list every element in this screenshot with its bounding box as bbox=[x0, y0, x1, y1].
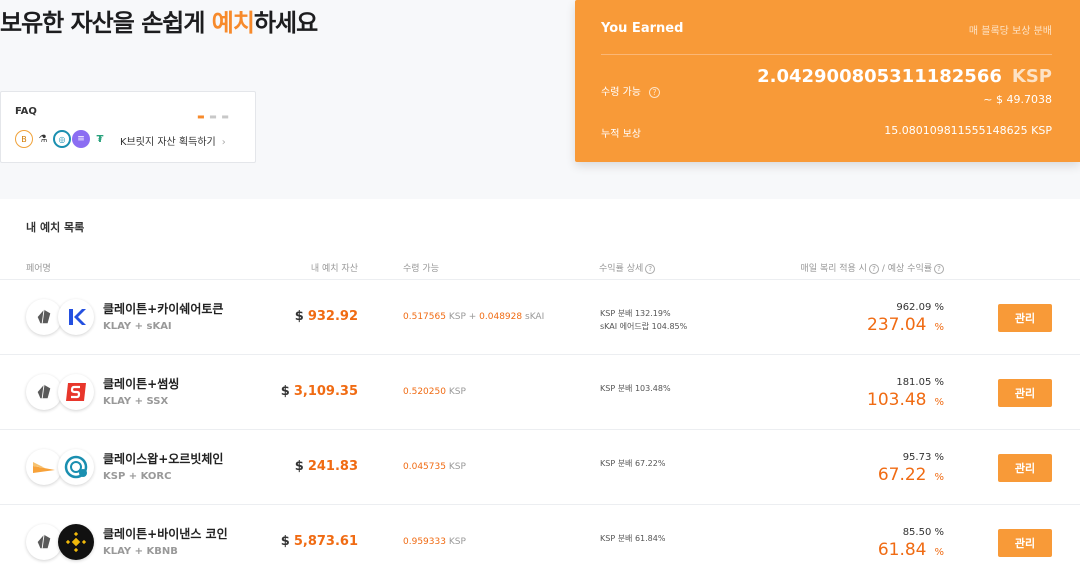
klaytn-icon bbox=[26, 524, 62, 560]
help-circle-icon[interactable]: ? bbox=[934, 264, 944, 274]
faq-token-icons: B ⚗ ◎ ≡ ₮ bbox=[15, 130, 110, 148]
tether-icon: ₮ bbox=[96, 133, 104, 145]
claimable-amount: 0.520250 KSP bbox=[403, 387, 466, 397]
pair-symbols: KLAY + KBNB bbox=[103, 546, 178, 557]
coin-icon: B bbox=[15, 130, 33, 148]
faq-label: FAQ bbox=[15, 106, 37, 117]
claimable-label: 수령 가능? bbox=[601, 83, 660, 98]
cumulative-label: 누적 보상 bbox=[601, 129, 641, 140]
col-detail: 수익률 상세? bbox=[599, 261, 656, 274]
expected-apr: 61.84% bbox=[877, 540, 944, 560]
pair-icons bbox=[26, 524, 96, 560]
deposit-amount: $3,109.35 bbox=[280, 384, 358, 399]
deposit-list-panel: 내 예치 목록 페어명 내 예치 자산 수령 가능 수익률 상세? 매일 복리 … bbox=[0, 199, 1080, 577]
expected-apr: 237.04% bbox=[867, 315, 944, 335]
claimable-amount: 0.517565 KSP + 0.048928 sKAI bbox=[403, 312, 545, 322]
col-pair: 페어명 bbox=[26, 264, 51, 274]
yield-detail: KSP 분배 67.22% bbox=[600, 459, 666, 468]
kaishare-icon bbox=[58, 299, 94, 335]
klayswap-icon bbox=[26, 449, 62, 485]
yield-detail: KSP 분배 61.84% bbox=[600, 534, 666, 543]
pair-name: 클레이튼+카이쉐어토큰 bbox=[103, 302, 224, 316]
klaytn-icon bbox=[26, 299, 62, 335]
faq-card[interactable]: FAQ ▬ ▬ ▬ B ⚗ ◎ ≡ ₮ K브릿지 자산 획득하기 › bbox=[0, 91, 256, 163]
compound-apr: 181.05 % bbox=[896, 377, 944, 388]
pair-name: 클레이튼+썸씽 bbox=[103, 377, 180, 391]
expected-apr: 67.22% bbox=[877, 465, 944, 485]
manage-button[interactable]: 관리 bbox=[998, 379, 1052, 407]
expected-apr: 103.48% bbox=[867, 390, 944, 410]
col-deposit: 내 예치 자산 bbox=[310, 264, 358, 274]
klaytn-icon bbox=[26, 374, 62, 410]
chevron-right-icon: › bbox=[221, 137, 226, 148]
yield-detail: KSP 분배 103.48% bbox=[600, 384, 671, 393]
binance-coin-icon bbox=[58, 524, 94, 560]
page-title: 보유한 자산을 손쉽게 예치하세요 bbox=[0, 9, 318, 37]
claimable-amount: 0.045735 KSP bbox=[403, 462, 466, 472]
table-row: 클레이스왑+오르빗체인 KSP + KORC $241.83 0.045735 … bbox=[0, 430, 1080, 505]
earnings-hint: 매 블록당 보상 분배 bbox=[968, 26, 1052, 37]
earnings-divider bbox=[601, 54, 1052, 55]
compound-apr: 85.50 % bbox=[902, 527, 944, 538]
pair-symbols: KSP + KORC bbox=[103, 471, 172, 482]
col-apr: 매일 복리 적용 시? / 예상 수익률? bbox=[800, 261, 944, 274]
manage-button[interactable]: 관리 bbox=[998, 454, 1052, 482]
table-row: 클레이튼+썸씽 KLAY + SSX $3,109.35 0.520250 KS… bbox=[0, 355, 1080, 430]
faq-pager-dots[interactable]: ▬ ▬ ▬ bbox=[197, 112, 230, 121]
orbit-chain-icon bbox=[58, 449, 94, 485]
pair-name: 클레이튼+바이낸스 코인 bbox=[103, 527, 228, 541]
yield-detail: KSP 분배 132.19% sKAI 에어드랍 104.85% bbox=[600, 309, 688, 331]
deposit-amount: $241.83 bbox=[294, 459, 358, 474]
pair-symbols: KLAY + sKAI bbox=[103, 321, 172, 332]
help-circle-icon[interactable]: ? bbox=[648, 87, 660, 98]
somesing-icon bbox=[58, 374, 94, 410]
ether-icon: ≡ bbox=[72, 130, 90, 148]
help-circle-icon[interactable]: ? bbox=[645, 264, 656, 274]
manage-button[interactable]: 관리 bbox=[998, 304, 1052, 332]
claimable-amount: 2.042900805311182566 KSP bbox=[757, 66, 1052, 87]
orbit-icon: ◎ bbox=[53, 130, 71, 148]
deposit-amount: $5,873.61 bbox=[280, 534, 358, 549]
pair-icons bbox=[26, 299, 96, 335]
pair-symbols: KLAY + SSX bbox=[103, 396, 169, 407]
compound-apr: 962.09 % bbox=[896, 302, 944, 313]
earnings-title: You Earned bbox=[601, 21, 684, 36]
pair-icons bbox=[26, 449, 96, 485]
deposit-list-title: 내 예치 목록 bbox=[26, 221, 85, 234]
wallet-icon: ⚗ bbox=[38, 133, 48, 145]
help-circle-icon[interactable]: ? bbox=[868, 264, 879, 274]
cumulative-amount: 15.080109811555148625 KSP bbox=[884, 124, 1052, 137]
compound-apr: 95.73 % bbox=[902, 452, 944, 463]
earnings-card: You Earned 매 블록당 보상 분배 수령 가능? 2.04290080… bbox=[575, 0, 1080, 162]
table-row: 클레이튼+바이낸스 코인 KLAY + KBNB $5,873.61 0.959… bbox=[0, 505, 1080, 577]
deposit-amount: $932.92 bbox=[294, 309, 358, 324]
manage-button[interactable]: 관리 bbox=[998, 529, 1052, 557]
pair-name: 클레이스왑+오르빗체인 bbox=[103, 452, 224, 466]
table-row: 클레이튼+카이쉐어토큰 KLAY + sKAI $932.92 0.517565… bbox=[0, 280, 1080, 355]
col-claimable: 수령 가능 bbox=[403, 264, 439, 274]
claimable-usd: ~ $ 49.7038 bbox=[983, 93, 1052, 106]
pair-icons bbox=[26, 374, 96, 410]
faq-link[interactable]: K브릿지 자산 획득하기 › bbox=[120, 133, 226, 148]
claimable-amount: 0.959333 KSP bbox=[403, 537, 466, 547]
